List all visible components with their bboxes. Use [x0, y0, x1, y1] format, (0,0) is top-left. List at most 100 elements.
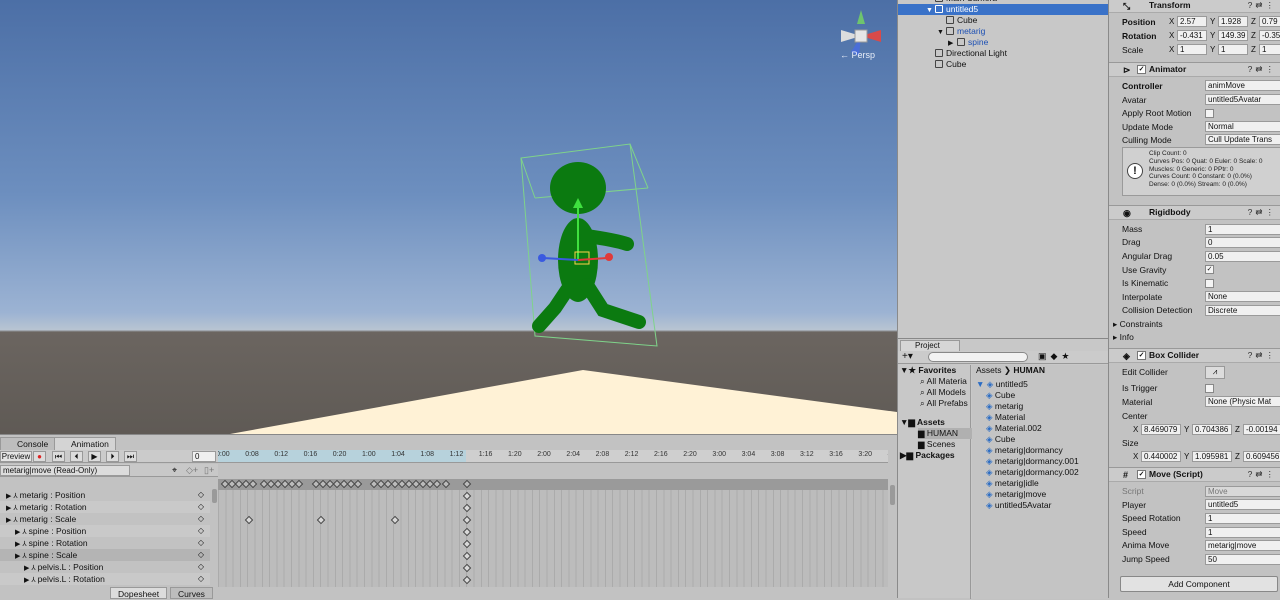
play-button[interactable]: ▶	[88, 451, 101, 462]
asset-item[interactable]: ◈ Cube	[986, 390, 1015, 401]
jump-speed-field[interactable]: 50	[1205, 554, 1280, 565]
center-z[interactable]: -0.00194	[1243, 424, 1280, 435]
interpolate-select[interactable]: None	[1205, 291, 1280, 302]
preview-button[interactable]: Preview	[0, 451, 32, 462]
project-search-input[interactable]	[928, 352, 1028, 362]
edit-collider-button[interactable]: ⩘	[1205, 366, 1225, 379]
hierarchy-item[interactable]: ▼metarig	[898, 26, 1109, 37]
animation-property-row[interactable]: ▶ ⅄ spine : Position◇	[0, 525, 210, 537]
constraints-foldout[interactable]: ▸ Constraints	[1113, 318, 1163, 330]
material-field[interactable]: None (Physic Mat	[1205, 396, 1280, 407]
tab-project[interactable]: Project	[900, 340, 960, 351]
box-collider-header[interactable]: ◈ ✓ Box Collider ?⇄⋮	[1109, 348, 1280, 363]
hierarchy-item[interactable]: Directional Light	[898, 48, 1109, 59]
timeline-ruler[interactable]: 0:000:080:120:160:201:001:041:081:121:16…	[218, 450, 888, 463]
animation-property-row[interactable]: ▶ ⅄ metarig : Scale◇	[0, 513, 210, 525]
hierarchy-item[interactable]: ▶spine	[898, 37, 1109, 48]
next-key-button[interactable]: ⏵	[106, 451, 119, 462]
add-component-button[interactable]: Add Component	[1120, 576, 1278, 592]
anima-move-field[interactable]: metarig|move	[1205, 540, 1280, 551]
asset-item[interactable]: ◈ Material.002	[986, 423, 1042, 434]
position-x[interactable]: 2.57	[1177, 16, 1207, 27]
tab-dopesheet[interactable]: Dopesheet	[110, 587, 167, 599]
dopesheet[interactable]	[218, 479, 888, 587]
mass-field[interactable]: 1	[1205, 224, 1280, 235]
animation-property-row[interactable]: ▶ ⅄ metarig : Rotation◇	[0, 501, 210, 513]
tab-console[interactable]: Console	[0, 437, 55, 450]
hierarchy-item[interactable]: ▼untitled5	[898, 4, 1109, 15]
animation-property-row[interactable]: ▶ ⅄ pelvis.L : Position◇	[0, 561, 210, 573]
tab-animation[interactable]: Animation	[54, 437, 116, 450]
asset-item[interactable]: ◈ Material	[986, 412, 1025, 423]
favorite-item[interactable]: ⌕ All Prefabs	[920, 398, 968, 409]
culling-mode-select[interactable]: Cull Update Trans	[1205, 134, 1280, 145]
add-icon[interactable]: +▾	[902, 351, 913, 362]
rigidbody-header[interactable]: ◉ Rigidbody ?⇄⋮	[1109, 205, 1280, 220]
last-key-button[interactable]: ⏭	[124, 451, 137, 462]
breadcrumb-item[interactable]: Assets	[976, 365, 1002, 375]
center-x[interactable]: 8.469079	[1141, 424, 1181, 435]
frame-field[interactable]: 0	[192, 451, 216, 462]
box-collider-enabled-checkbox[interactable]: ✓	[1137, 351, 1146, 360]
component-menu-icons[interactable]: ?⇄⋮	[1248, 63, 1277, 76]
breadcrumb-item[interactable]: HUMAN	[1013, 365, 1045, 375]
position-z[interactable]: 0.79	[1259, 16, 1280, 27]
keyframe-toggle-icon[interactable]: ◇	[198, 489, 204, 501]
animation-property-row[interactable]: ▶ ⅄ spine : Scale◇	[0, 549, 210, 561]
keyframe-toggle-icon[interactable]: ◇	[198, 561, 204, 573]
animation-property-row[interactable]: ▶ ⅄ spine : Rotation◇	[0, 537, 210, 549]
player-field[interactable]: untitled5	[1205, 499, 1280, 510]
avatar-field[interactable]: untitled5Avatar	[1205, 94, 1280, 105]
dopesheet-scrollbar[interactable]	[890, 485, 895, 505]
position-y[interactable]: 1.928	[1218, 16, 1248, 27]
favorites-folder[interactable]: ▼★ Favorites	[900, 365, 956, 376]
favorite-item[interactable]: ⌕ All Materia	[920, 376, 967, 387]
use-gravity-checkbox[interactable]: ✓	[1205, 265, 1214, 274]
speed-rotation-field[interactable]: 1	[1205, 513, 1280, 524]
component-menu-icons[interactable]: ?⇄⋮	[1248, 349, 1277, 362]
tab-curves[interactable]: Curves	[170, 587, 213, 599]
asset-item[interactable]: ◈ metarig|dormancy.001	[986, 456, 1079, 467]
collision-detection-select[interactable]: Discrete	[1205, 305, 1280, 316]
asset-item[interactable]: ◈ Cube	[986, 434, 1015, 445]
animator-header[interactable]: ⊳ ✓ Animator ?⇄⋮	[1109, 62, 1280, 77]
component-menu-icons[interactable]: ?⇄⋮	[1248, 468, 1277, 481]
favorite-item[interactable]: ⌕ All Models	[920, 387, 966, 398]
controller-field[interactable]: animMove	[1205, 80, 1280, 91]
clip-select[interactable]: metarig|move (Read-Only)	[0, 465, 130, 476]
persp-label[interactable]: ← Persp	[840, 50, 875, 60]
asset-folder[interactable]: ▆ Scenes	[918, 439, 955, 450]
drag-field[interactable]: 0	[1205, 237, 1280, 248]
asset-item[interactable]: ▼ ◈ untitled5	[976, 379, 1028, 390]
keyframe-nav-icon[interactable]: ⌖	[172, 465, 177, 476]
asset-item[interactable]: ◈ untitled5Avatar	[986, 500, 1051, 511]
assets-folder[interactable]: ▼▆ Assets	[900, 417, 945, 428]
asset-item[interactable]: ◈ metarig	[986, 401, 1023, 412]
animation-property-row[interactable]: ▶ ⅄ pelvis.L : Rotation◇	[0, 573, 210, 585]
hierarchy-item[interactable]: Cube	[898, 15, 1109, 26]
animator-enabled-checkbox[interactable]: ✓	[1137, 65, 1146, 74]
move-script-header[interactable]: # ✓ Move (Script) ?⇄⋮	[1109, 467, 1280, 482]
update-mode-select[interactable]: Normal	[1205, 121, 1280, 132]
asset-item[interactable]: ◈ metarig|dormancy.002	[986, 467, 1079, 478]
record-button[interactable]: ●	[33, 451, 46, 462]
apply-root-motion-checkbox[interactable]	[1205, 109, 1214, 118]
size-x[interactable]: 0.440002	[1141, 451, 1181, 462]
scale-y[interactable]: 1	[1218, 44, 1248, 55]
keyframe-toggle-icon[interactable]: ◇	[198, 501, 204, 513]
component-menu-icons[interactable]: ?⇄⋮	[1248, 0, 1277, 12]
keyframe-toggle-icon[interactable]: ◇	[198, 549, 204, 561]
angular-drag-field[interactable]: 0.05	[1205, 251, 1280, 262]
rotation-y[interactable]: 149.39	[1218, 30, 1248, 41]
keyframe-toggle-icon[interactable]: ◇	[198, 537, 204, 549]
property-scrollbar[interactable]	[212, 489, 217, 503]
speed-field[interactable]: 1	[1205, 527, 1280, 538]
add-event-icon[interactable]: ▯+	[204, 465, 214, 476]
scale-z[interactable]: 1	[1259, 44, 1280, 55]
filter-icons[interactable]: ▣◆★	[1038, 351, 1074, 362]
info-foldout[interactable]: ▸ Info	[1113, 331, 1134, 343]
keyframe-toggle-icon[interactable]: ◇	[198, 573, 204, 585]
rotation-x[interactable]: -0.431	[1177, 30, 1207, 41]
keyframe-toggle-icon[interactable]: ◇	[198, 525, 204, 537]
is-kinematic-checkbox[interactable]	[1205, 279, 1214, 288]
